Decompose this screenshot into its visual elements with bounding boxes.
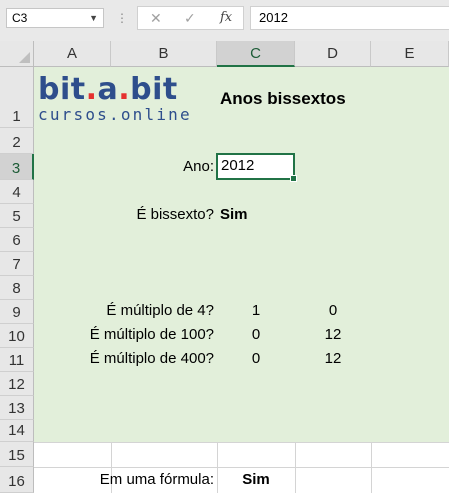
logo-part: a (97, 72, 119, 107)
row-header-8[interactable]: 8 (0, 276, 34, 300)
formula-buttons: ✕ ✓ fx (137, 6, 244, 30)
row-header-12[interactable]: 12 (0, 372, 34, 396)
fill-handle[interactable] (290, 175, 297, 182)
formula-input[interactable]: 2012 (250, 6, 449, 30)
column-header-d[interactable]: D (295, 41, 371, 67)
formula-bar: C3 ▼ ⋮ ✕ ✓ fx 2012 (0, 0, 449, 41)
select-all-triangle-icon (19, 52, 30, 63)
column-header-b[interactable]: B (111, 41, 217, 67)
logo-dot: . (85, 72, 98, 107)
row-header-6[interactable]: 6 (0, 228, 34, 252)
mult400-c: 0 (251, 350, 261, 367)
gridline (34, 442, 449, 443)
row-header-15[interactable]: 15 (0, 442, 34, 467)
name-box-value: C3 (12, 11, 28, 25)
mult100-label: É múltiplo de 100? (89, 326, 214, 343)
mult4-label: É múltiplo de 4? (106, 302, 214, 319)
row-header-4[interactable]: 4 (0, 180, 34, 204)
mult4-d: 0 (328, 302, 338, 319)
row-header-13[interactable]: 13 (0, 396, 34, 420)
row-header-14[interactable]: 14 (0, 420, 34, 442)
formula-value: Sim (242, 471, 270, 488)
logo-part: bit (38, 72, 86, 107)
ano-label: Ano: (183, 158, 214, 175)
logo-wordmark: bit.a.bit (38, 75, 192, 105)
row-header-5[interactable]: 5 (0, 204, 34, 228)
gridline (295, 442, 296, 493)
row-header-3[interactable]: 3 (0, 154, 34, 180)
row-header-1[interactable]: 1 (0, 67, 34, 128)
bissexto-value: Sim (220, 206, 248, 223)
name-box[interactable]: C3 ▼ (6, 8, 104, 28)
sheet-grid[interactable]: bit.a.bit cursos.online Anos bissextos A… (34, 67, 449, 493)
bitabit-logo: bit.a.bit cursos.online (38, 75, 192, 124)
row-header-2[interactable]: 2 (0, 128, 34, 154)
cell-c3-ano-value[interactable]: 2012 (216, 153, 295, 180)
row-header-16[interactable]: 16 (0, 467, 34, 493)
logo-subtitle: cursos.online (38, 105, 192, 124)
chevron-down-icon[interactable]: ▼ (89, 9, 98, 27)
mult400-d: 12 (324, 350, 342, 367)
mult4-c: 1 (251, 302, 261, 319)
column-header-a[interactable]: A (34, 41, 111, 67)
cancel-icon[interactable]: ✕ (150, 10, 162, 26)
logo-part: bit (130, 72, 178, 107)
row-header-7[interactable]: 7 (0, 252, 34, 276)
column-header-c[interactable]: C (217, 41, 295, 67)
row-header-9[interactable]: 9 (0, 300, 34, 324)
select-all-corner[interactable] (0, 41, 34, 67)
check-icon[interactable]: ✓ (184, 10, 196, 26)
vertical-dots-icon: ⋮ (116, 11, 128, 25)
bissexto-label: É bissexto? (136, 206, 214, 223)
row-header-11[interactable]: 11 (0, 348, 34, 372)
logo-dot: . (118, 72, 131, 107)
sheet-title: Anos bissextos (220, 89, 346, 108)
mult400-label: É múltiplo de 400? (89, 350, 214, 367)
mult100-c: 0 (251, 326, 261, 343)
column-header-e[interactable]: E (371, 41, 449, 67)
row-header-10[interactable]: 10 (0, 324, 34, 348)
gridline (371, 442, 372, 493)
formula-label: Em uma fórmula: (99, 471, 214, 488)
mult100-d: 12 (324, 326, 342, 343)
gridline (34, 467, 449, 468)
insert-function-icon[interactable]: fx (220, 10, 232, 26)
